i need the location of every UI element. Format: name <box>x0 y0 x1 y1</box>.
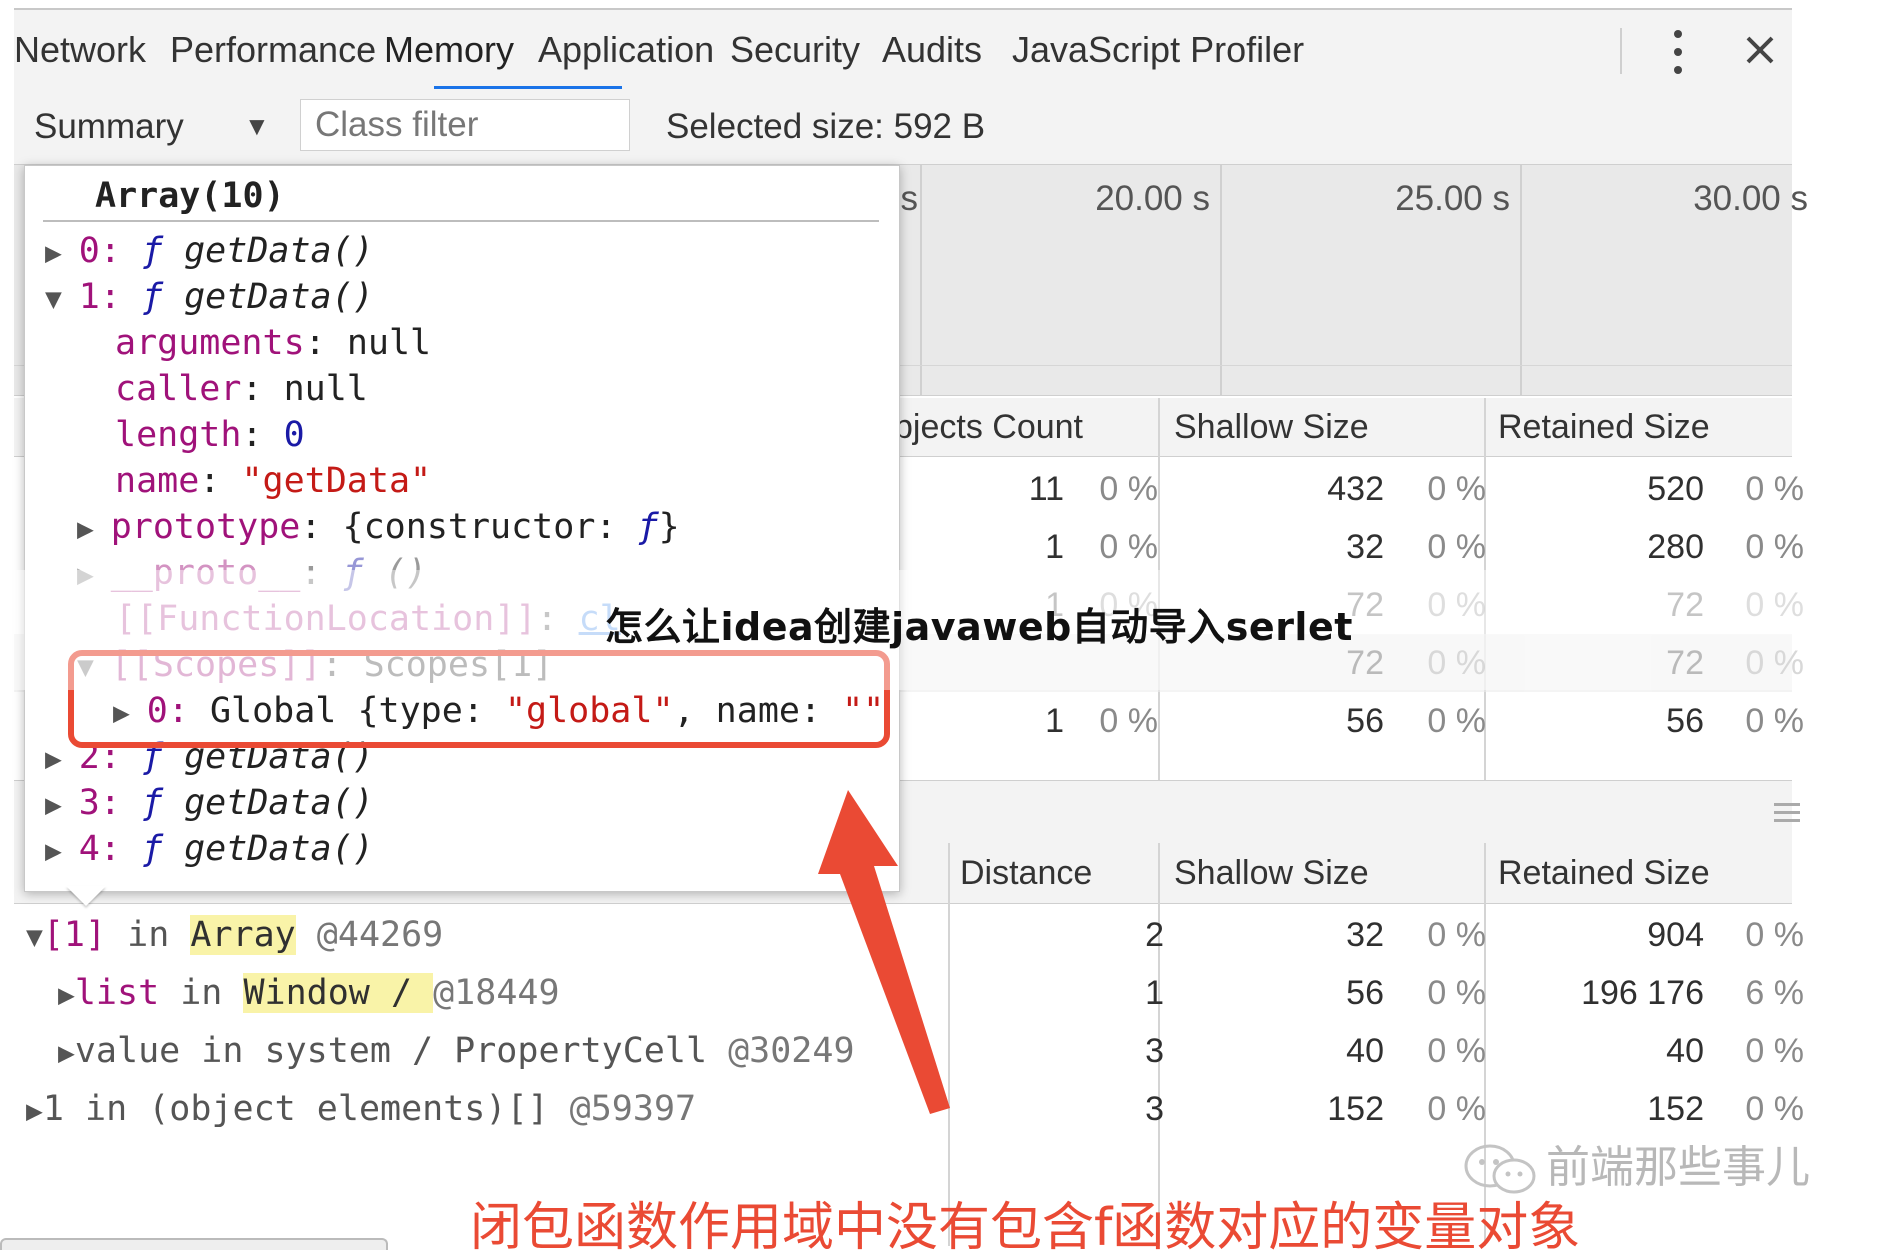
horizontal-scrollbar[interactable] <box>0 1238 388 1250</box>
annotation-arrow-icon <box>818 790 950 1114</box>
watermark-text: 前端那些事儿 <box>1546 1142 1810 1193</box>
wechat-icon <box>1464 1144 1536 1194</box>
annotation-caption: 闭包函数作用域中没有包含f函数对应的变量对象 <box>470 1198 1581 1258</box>
